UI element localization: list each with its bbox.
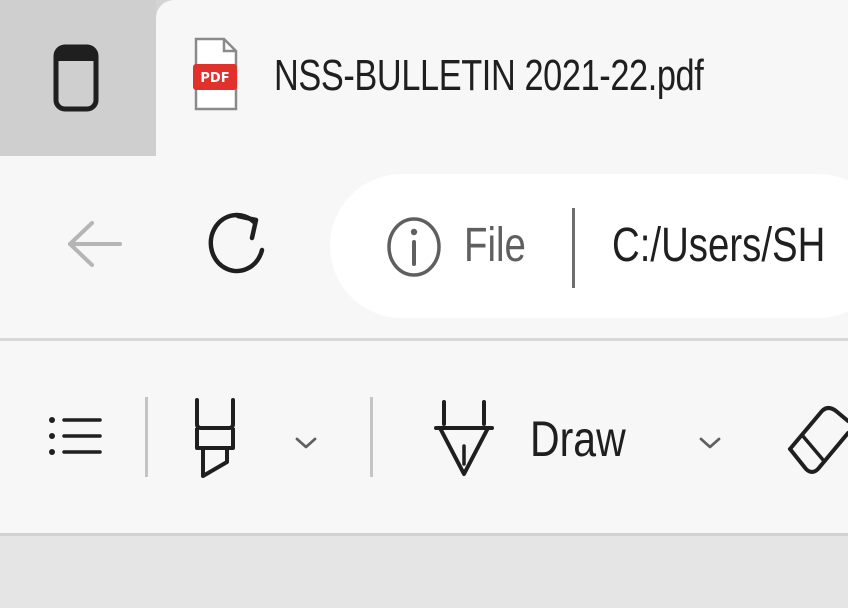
draw-options-dropdown[interactable]: [688, 421, 732, 465]
tab-actions-area: [0, 0, 156, 156]
eraser-icon: [788, 406, 848, 474]
pdf-file-icon: PDF: [193, 37, 238, 111]
browser-window: PDF NSS-BULLETIN 2021-22.pdf File C:/Use…: [0, 0, 848, 608]
refresh-icon: [208, 212, 265, 274]
refresh-button[interactable]: [196, 200, 280, 284]
table-of-contents-button[interactable]: [40, 401, 108, 473]
pdf-toolbar: Draw: [0, 341, 848, 533]
toolbar-separator: [145, 397, 148, 477]
draw-label[interactable]: Draw: [530, 403, 626, 475]
highlight-options-dropdown[interactable]: [284, 421, 328, 465]
draw-button[interactable]: [424, 395, 504, 481]
chevron-down-icon: [295, 437, 317, 449]
address-bar[interactable]: File C:/Users/SH: [330, 174, 848, 318]
pen-icon: [434, 400, 494, 476]
address-divider: [572, 208, 575, 288]
highlighter-icon: [195, 398, 235, 478]
info-icon[interactable]: [384, 214, 444, 280]
toolbar-separator: [370, 397, 373, 477]
navigation-bar: File C:/Users/SH: [0, 156, 848, 338]
active-tab[interactable]: PDF NSS-BULLETIN 2021-22.pdf: [156, 0, 848, 156]
site-info-label[interactable]: File: [464, 210, 526, 282]
highlight-button[interactable]: [180, 393, 250, 483]
erase-button[interactable]: [782, 397, 848, 481]
url-text[interactable]: C:/Users/SH: [612, 210, 825, 282]
tab-strip: PDF NSS-BULLETIN 2021-22.pdf: [0, 0, 848, 156]
back-button[interactable]: [56, 206, 132, 282]
table-of-contents-icon: [49, 417, 102, 455]
chevron-down-icon: [699, 437, 721, 449]
pdf-viewer-canvas[interactable]: [0, 536, 848, 608]
tab-title: NSS-BULLETIN 2021-22.pdf: [274, 51, 704, 100]
tab-actions-button[interactable]: [36, 40, 116, 116]
pdf-badge-text: PDF: [200, 71, 229, 86]
back-arrow-icon: [68, 221, 122, 267]
tab-actions-icon: [53, 44, 99, 112]
